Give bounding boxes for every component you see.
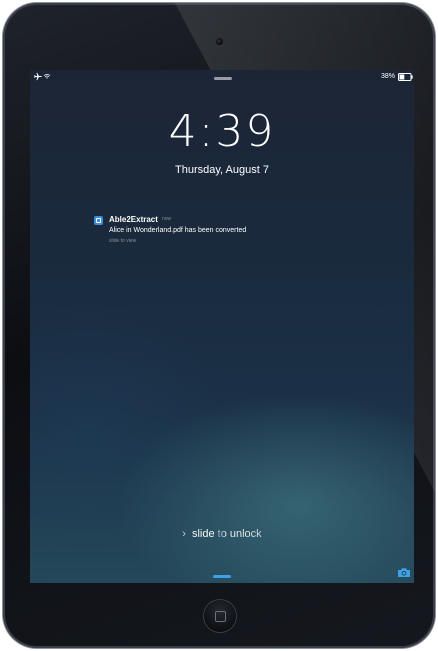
home-button[interactable] — [204, 600, 236, 632]
clock-date: Thursday, August 7 — [175, 164, 269, 176]
home-square-icon — [215, 611, 226, 622]
notification-message: Alice in Wonderland.pdf has been convert… — [109, 227, 247, 234]
clock-time: 4:39 — [168, 106, 276, 157]
slide-to-unlock[interactable]: › slide to unlock — [30, 528, 414, 540]
notification-app-name: Able2Extract — [109, 215, 158, 224]
notification-time: now — [162, 216, 172, 222]
wifi-icon — [43, 73, 51, 79]
chevron-right-icon: › — [182, 528, 186, 540]
airplane-icon — [34, 72, 42, 81]
notification-center-grabber[interactable] — [214, 77, 232, 80]
slide-to-unlock-label: slide to unlock — [191, 528, 262, 540]
status-bar: 38% — [30, 70, 414, 86]
battery-icon — [398, 73, 413, 81]
notification-item[interactable]: Able2Extract now Alice in Wonderland.pdf… — [94, 215, 334, 251]
camera-icon[interactable] — [397, 567, 411, 578]
control-center-grabber[interactable] — [213, 575, 231, 578]
ipad-device: 38% 4:39 Thursday, August 7 Able2Extract… — [3, 3, 435, 648]
battery-percent: 38% — [381, 73, 396, 80]
notification-hint: slide to view — [109, 238, 137, 244]
lock-screen: 38% 4:39 Thursday, August 7 Able2Extract… — [30, 70, 414, 583]
document-app-icon — [94, 216, 103, 225]
front-camera-lens — [216, 38, 223, 45]
